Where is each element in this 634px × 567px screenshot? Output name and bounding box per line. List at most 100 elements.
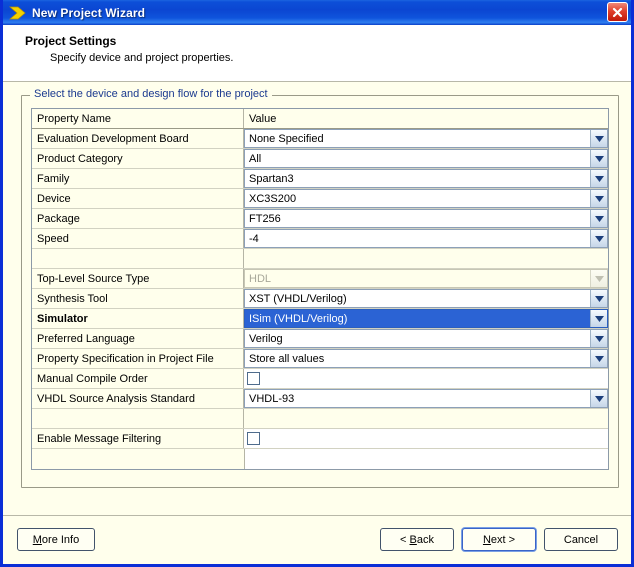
property-value-cell[interactable]: XST (VHDL/Verilog) <box>244 289 608 308</box>
chevron-down-icon[interactable] <box>590 150 607 167</box>
chevron-down-icon <box>590 270 607 287</box>
property-name-cell: Family <box>32 169 244 188</box>
property-value-cell[interactable]: All <box>244 149 608 168</box>
table-row[interactable]: Product Category All <box>32 149 608 169</box>
close-icon[interactable] <box>607 2 628 22</box>
checkbox[interactable] <box>247 372 260 385</box>
device-design-flow-groupbox: Select the device and design flow for th… <box>21 88 619 488</box>
property-value-cell[interactable]: None Specified <box>244 129 608 148</box>
table-row[interactable]: Property Specification in Project File St… <box>32 349 608 369</box>
combobox-value: Verilog <box>249 332 283 345</box>
window-title: New Project Wizard <box>32 5 146 20</box>
more-info-button[interactable]: More Info <box>17 528 95 551</box>
combobox[interactable]: -4 <box>244 229 608 248</box>
page-title: Project Settings <box>25 34 117 48</box>
chevron-down-icon[interactable] <box>590 190 607 207</box>
property-value-cell[interactable]: XC3S200 <box>244 189 608 208</box>
table-row[interactable]: Top-Level Source Type HDL <box>32 269 608 289</box>
property-name-cell <box>32 409 244 428</box>
property-name-cell: Enable Message Filtering <box>32 429 244 448</box>
combobox-value: XST (VHDL/Verilog) <box>249 292 347 305</box>
table-row[interactable]: Family Spartan3 <box>32 169 608 189</box>
table-row[interactable]: Package FT256 <box>32 209 608 229</box>
more-info-label: More Info <box>32 533 80 546</box>
combobox-value: Spartan3 <box>249 172 294 185</box>
chevron-down-icon[interactable] <box>590 330 607 347</box>
grid-header-row: Property Name Value <box>32 109 608 129</box>
combobox[interactable]: Spartan3 <box>244 169 608 188</box>
combobox-value: None Specified <box>249 132 324 145</box>
combobox[interactable]: XST (VHDL/Verilog) <box>244 289 608 308</box>
property-name-cell: Top-Level Source Type <box>32 269 244 288</box>
property-name-cell <box>32 249 244 268</box>
chevron-down-icon[interactable] <box>590 130 607 147</box>
combobox[interactable]: ISim (VHDL/Verilog) <box>244 309 608 328</box>
wizard-header: Project Settings Specify device and proj… <box>3 25 631 82</box>
combobox[interactable]: FT256 <box>244 209 608 228</box>
window-titlebar[interactable]: New Project Wizard <box>3 0 631 25</box>
combobox[interactable]: None Specified <box>244 129 608 148</box>
chevron-down-icon[interactable] <box>590 390 607 407</box>
property-value-cell[interactable]: HDL <box>244 269 608 288</box>
grid-inner: Property Name Value Evaluation Developme… <box>32 109 608 469</box>
project-settings-grid[interactable]: Property Name Value Evaluation Developme… <box>31 108 609 470</box>
table-row[interactable]: Enable Message Filtering <box>32 429 608 449</box>
property-name-cell: Speed <box>32 229 244 248</box>
property-name-cell: Synthesis Tool <box>32 289 244 308</box>
combobox[interactable]: All <box>244 149 608 168</box>
combobox-value: ISim (VHDL/Verilog) <box>245 310 590 327</box>
new-project-wizard-window: New Project Wizard Project Settings Spec… <box>0 0 634 567</box>
table-row[interactable]: Synthesis Tool XST (VHDL/Verilog) <box>32 289 608 309</box>
combobox-value: FT256 <box>249 212 281 225</box>
property-name-cell: Manual Compile Order <box>32 369 244 388</box>
table-row[interactable]: Simulator ISim (VHDL/Verilog) <box>32 309 608 329</box>
chevron-down-icon[interactable] <box>590 170 607 187</box>
chevron-down-icon[interactable] <box>590 310 607 327</box>
property-name-cell: Evaluation Development Board <box>32 129 244 148</box>
combobox-value: HDL <box>249 272 272 285</box>
property-value-cell[interactable]: VHDL-93 <box>244 389 608 408</box>
cancel-button[interactable]: Cancel <box>544 528 618 551</box>
chevron-down-icon[interactable] <box>590 210 607 227</box>
combobox[interactable]: Store all values <box>244 349 608 368</box>
property-value-cell[interactable] <box>244 369 608 388</box>
wizard-chevron-icon <box>9 5 27 21</box>
property-value-cell[interactable]: Verilog <box>244 329 608 348</box>
property-value-cell[interactable]: Store all values <box>244 349 608 368</box>
property-value-cell[interactable]: -4 <box>244 229 608 248</box>
next-button[interactable]: Next > <box>462 528 536 551</box>
table-row[interactable]: Speed -4 <box>32 229 608 249</box>
table-row[interactable]: VHDL Source Analysis Standard VHDL-93 <box>32 389 608 409</box>
checkbox[interactable] <box>247 432 260 445</box>
combobox[interactable]: VHDL-93 <box>244 389 608 408</box>
combobox[interactable]: XC3S200 <box>244 189 608 208</box>
table-row[interactable]: Manual Compile Order <box>32 369 608 389</box>
table-row <box>32 409 608 429</box>
property-value-cell[interactable] <box>244 429 608 448</box>
property-name-cell: VHDL Source Analysis Standard <box>32 389 244 408</box>
back-button[interactable]: < Back <box>380 528 454 551</box>
chevron-down-icon[interactable] <box>590 350 607 367</box>
chevron-down-icon[interactable] <box>590 230 607 247</box>
property-name-cell: Device <box>32 189 244 208</box>
property-name-cell: Package <box>32 209 244 228</box>
table-row <box>32 249 608 269</box>
table-row[interactable]: Evaluation Development Board None Specifi… <box>32 129 608 149</box>
table-row[interactable]: Device XC3S200 <box>32 189 608 209</box>
chevron-down-icon[interactable] <box>590 290 607 307</box>
property-value-cell[interactable]: Spartan3 <box>244 169 608 188</box>
property-name-cell: Preferred Language <box>32 329 244 348</box>
wizard-body: Select the device and design flow for th… <box>3 82 631 515</box>
next-label: Next > <box>482 533 516 546</box>
combobox[interactable]: Verilog <box>244 329 608 348</box>
grid-filler-left <box>32 449 245 469</box>
combobox-value: All <box>249 152 262 165</box>
property-value-cell <box>244 249 608 268</box>
cancel-label: Cancel <box>563 533 599 546</box>
property-value-cell[interactable]: FT256 <box>244 209 608 228</box>
column-header-property-name: Property Name <box>32 109 244 128</box>
property-value-cell[interactable]: ISim (VHDL/Verilog) <box>244 309 608 328</box>
table-row[interactable]: Preferred Language Verilog <box>32 329 608 349</box>
property-value-cell <box>244 409 608 428</box>
groupbox-legend: Select the device and design flow for th… <box>30 88 272 100</box>
